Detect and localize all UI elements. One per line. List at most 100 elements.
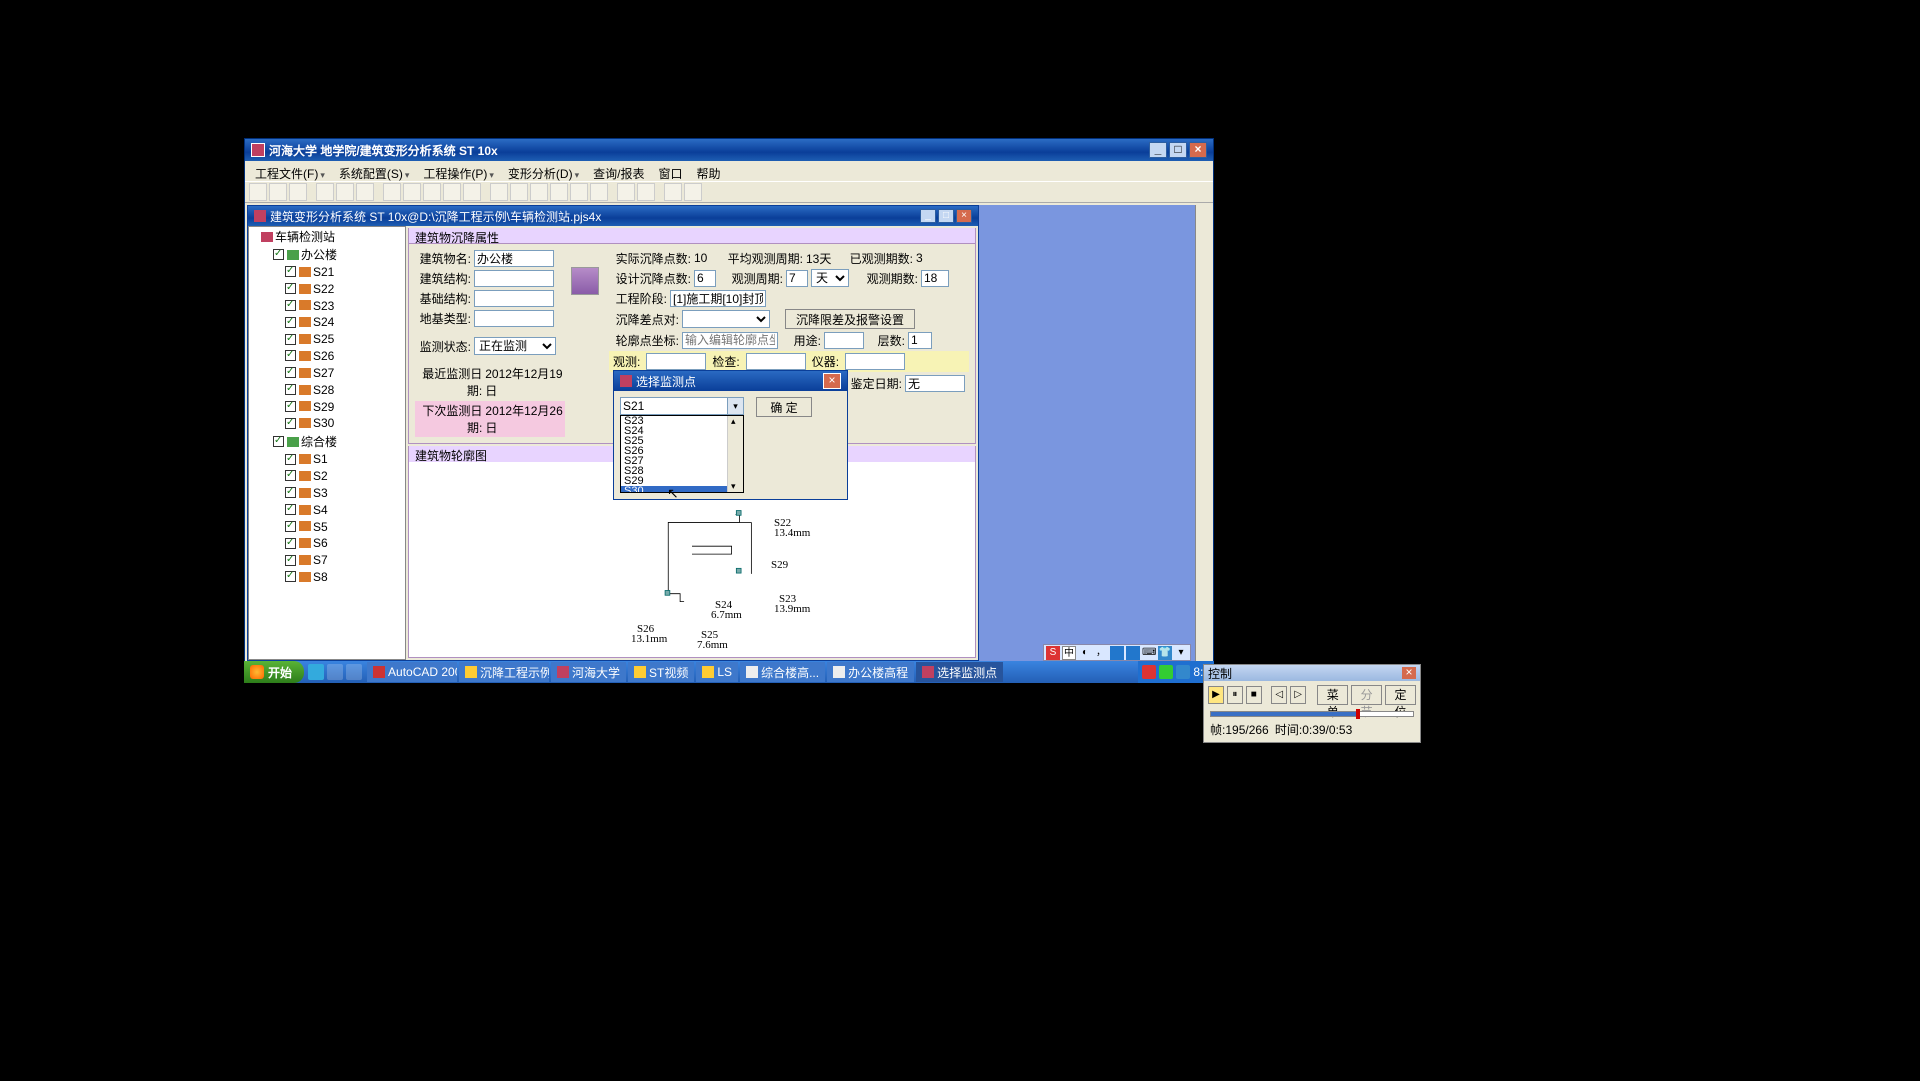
doc-close[interactable]: × bbox=[956, 209, 972, 223]
checkbox[interactable] bbox=[285, 401, 296, 412]
tool-11[interactable] bbox=[463, 183, 481, 201]
checkbox[interactable] bbox=[273, 436, 284, 447]
inp-obs[interactable] bbox=[646, 353, 706, 370]
tray-ime[interactable] bbox=[1142, 665, 1156, 679]
point-combo[interactable]: S21 ▾ S23S24S25S26S27S28S29S30 bbox=[620, 397, 744, 493]
checkbox[interactable] bbox=[273, 249, 284, 260]
inp-design[interactable] bbox=[694, 270, 716, 287]
player-chapter-button[interactable]: 分节 bbox=[1351, 685, 1382, 705]
tool-open[interactable] bbox=[269, 183, 287, 201]
menu-help[interactable]: 帮助 bbox=[690, 163, 726, 179]
combo-scrollbar[interactable] bbox=[727, 416, 743, 492]
doc-max[interactable]: □ bbox=[938, 209, 954, 223]
combo-dropdown[interactable]: S23S24S25S26S27S28S29S30 bbox=[620, 415, 744, 493]
checkbox[interactable] bbox=[285, 317, 296, 328]
tree-b1[interactable]: 办公楼 bbox=[301, 248, 337, 262]
inp-chk[interactable] bbox=[746, 353, 806, 370]
chevron-down-icon[interactable]: ▾ bbox=[727, 398, 743, 414]
player-titlebar[interactable]: 控制 × bbox=[1204, 665, 1420, 681]
dialog-titlebar[interactable]: 选择监测点 × bbox=[614, 371, 847, 391]
checkbox[interactable] bbox=[285, 454, 296, 465]
checkbox[interactable] bbox=[285, 470, 296, 481]
tool-19[interactable] bbox=[637, 183, 655, 201]
checkbox[interactable] bbox=[285, 521, 296, 532]
tree-pane[interactable]: 车辆检测站 办公楼 S21S22S23S24S25S26S27S28S29S30… bbox=[248, 226, 406, 660]
menu-project[interactable]: 工程操作(P) bbox=[417, 163, 500, 179]
task-dialog[interactable]: 选择监测点 bbox=[916, 662, 1003, 682]
ql-ie[interactable] bbox=[308, 664, 324, 680]
ime-btn4[interactable] bbox=[1126, 646, 1140, 660]
maximize-button[interactable]: □ bbox=[1169, 142, 1187, 158]
step-fwd-button[interactable]: ▷ bbox=[1290, 686, 1306, 704]
tree-point[interactable]: S27 bbox=[313, 366, 334, 380]
tree-point[interactable]: S29 bbox=[313, 399, 334, 413]
task-autocad[interactable]: AutoCAD 2005 bbox=[367, 662, 457, 682]
doc-titlebar[interactable]: 建筑变形分析系统 ST 10x@D:\沉降工程示例\车辆检测站.pjs4x _ … bbox=[248, 206, 978, 226]
checkbox[interactable] bbox=[285, 334, 296, 345]
start-button[interactable]: 开始 bbox=[244, 661, 304, 683]
tree-point[interactable]: S25 bbox=[313, 332, 334, 346]
mdi-scrollbar[interactable] bbox=[1195, 205, 1211, 661]
tree-point[interactable]: S5 bbox=[313, 519, 328, 533]
task-zh[interactable]: 综合楼高... bbox=[740, 662, 825, 682]
close-button[interactable]: × bbox=[1189, 142, 1207, 158]
tray-net[interactable] bbox=[1176, 665, 1190, 679]
inp-floors[interactable] bbox=[908, 332, 932, 349]
tool-6[interactable] bbox=[356, 183, 374, 201]
tree-point[interactable]: S2 bbox=[313, 469, 328, 483]
checkbox[interactable] bbox=[285, 367, 296, 378]
task-stvideo[interactable]: ST视频 bbox=[628, 662, 694, 682]
tool-15[interactable] bbox=[550, 183, 568, 201]
tool-9[interactable] bbox=[423, 183, 441, 201]
ime-btn1[interactable]: ◐ bbox=[1078, 646, 1092, 660]
checkbox[interactable] bbox=[285, 384, 296, 395]
stop-button[interactable]: ■ bbox=[1246, 686, 1262, 704]
menu-analysis[interactable]: 变形分析(D) bbox=[502, 163, 585, 179]
inp-name[interactable] bbox=[474, 250, 554, 267]
checkbox[interactable] bbox=[285, 504, 296, 515]
tool-18[interactable] bbox=[617, 183, 635, 201]
tree-point[interactable]: S1 bbox=[313, 452, 328, 466]
tool-21[interactable] bbox=[684, 183, 702, 201]
tree-point[interactable]: S22 bbox=[313, 282, 334, 296]
ql-desktop[interactable] bbox=[327, 664, 343, 680]
play-button[interactable]: ▶ bbox=[1208, 686, 1224, 704]
inp-plan[interactable] bbox=[921, 270, 949, 287]
ime-btn2[interactable]: ， bbox=[1094, 646, 1108, 660]
inp-use[interactable] bbox=[824, 332, 864, 349]
tree-point[interactable]: S24 bbox=[313, 315, 334, 329]
task-hehai[interactable]: 河海大学 bbox=[551, 662, 626, 682]
tree-point[interactable]: S3 bbox=[313, 486, 328, 500]
tool-17[interactable] bbox=[590, 183, 608, 201]
inp-contour[interactable] bbox=[682, 332, 778, 349]
language-bar[interactable]: S 中 ◐ ， ⌨ 👕 ▾ bbox=[1043, 644, 1191, 661]
combo-option[interactable]: S30 bbox=[621, 486, 743, 493]
tree-point[interactable]: S26 bbox=[313, 349, 334, 363]
ime-btn7[interactable]: ▾ bbox=[1174, 646, 1188, 660]
pause-button[interactable]: ⏸ bbox=[1227, 686, 1243, 704]
task-ls[interactable]: LS bbox=[696, 662, 738, 682]
task-folder1[interactable]: 沉降工程示例 bbox=[459, 662, 549, 682]
tree-point[interactable]: S30 bbox=[313, 416, 334, 430]
inp-cycle[interactable] bbox=[786, 270, 808, 287]
tool-20[interactable] bbox=[664, 183, 682, 201]
tray-av[interactable] bbox=[1159, 665, 1173, 679]
player-menu-button[interactable]: 菜单 bbox=[1317, 685, 1348, 705]
checkbox[interactable] bbox=[285, 487, 296, 498]
player-slider[interactable] bbox=[1210, 711, 1414, 717]
ime-btn3[interactable] bbox=[1110, 646, 1124, 660]
inp-appr[interactable] bbox=[905, 375, 965, 392]
tool-save[interactable] bbox=[289, 183, 307, 201]
menu-file[interactable]: 工程文件(F) bbox=[249, 163, 331, 179]
ql-media[interactable] bbox=[346, 664, 362, 680]
ime-btn6[interactable]: 👕 bbox=[1158, 646, 1172, 660]
tool-16[interactable] bbox=[570, 183, 588, 201]
tree-point[interactable]: S21 bbox=[313, 265, 334, 279]
sel-diff[interactable] bbox=[682, 310, 770, 328]
checkbox[interactable] bbox=[285, 571, 296, 582]
inp-inst[interactable] bbox=[845, 353, 905, 370]
checkbox[interactable] bbox=[285, 300, 296, 311]
tool-4[interactable] bbox=[316, 183, 334, 201]
dialog-close[interactable]: × bbox=[823, 373, 841, 389]
player-close[interactable]: × bbox=[1402, 667, 1416, 679]
